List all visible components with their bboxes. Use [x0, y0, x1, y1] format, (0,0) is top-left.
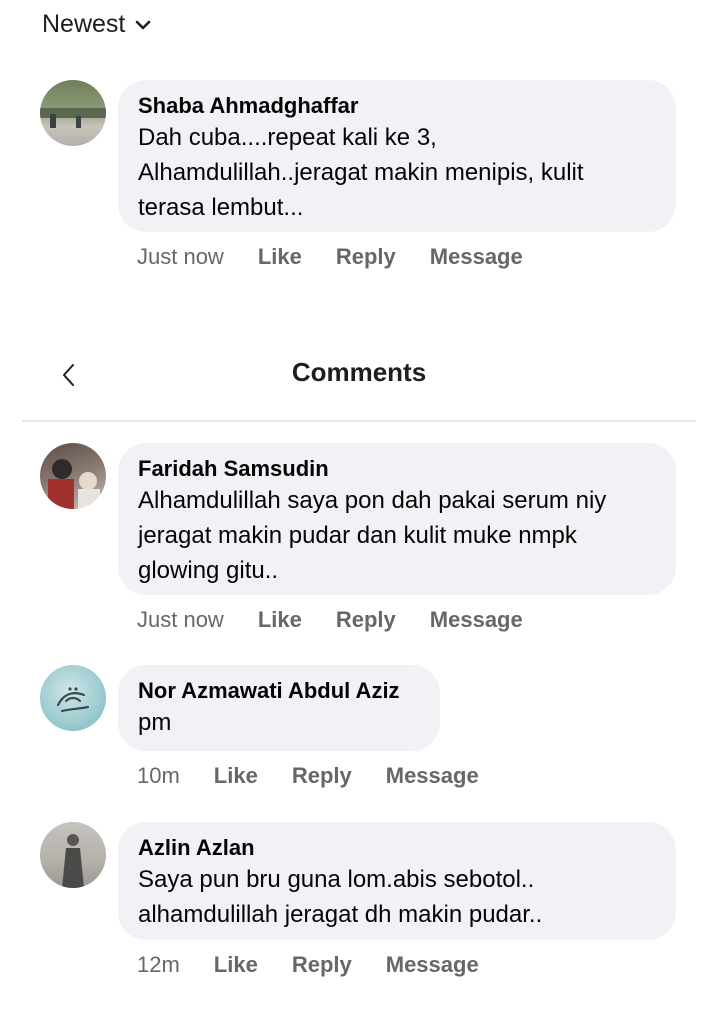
reply-button[interactable]: Reply: [336, 607, 396, 633]
chevron-down-icon: [136, 20, 151, 29]
comment-time[interactable]: Just now: [137, 607, 224, 633]
comment-time[interactable]: 10m: [137, 763, 180, 789]
calligraphy-avatar-icon: [56, 687, 90, 713]
comment-bubble: Shaba Ahmadghaffar Dah cuba....repeat ka…: [118, 80, 676, 232]
comment-item: Nor Azmawati Abdul Aziz pm 10m Like Repl…: [40, 665, 678, 795]
comment-actions: 10m Like Reply Message: [137, 763, 479, 789]
avatar-photo: [62, 834, 84, 888]
comment-text: Alhamdulillah saya pon dah pakai serum n…: [138, 487, 607, 584]
like-button[interactable]: Like: [258, 244, 302, 270]
avatar[interactable]: [40, 443, 106, 509]
avatar[interactable]: [40, 80, 106, 146]
comment-text: Saya pun bru guna lom.abis sebotol.. alh…: [138, 866, 543, 928]
message-button[interactable]: Message: [430, 607, 523, 633]
comment-item: Faridah Samsudin Alhamdulillah saya pon …: [40, 443, 678, 643]
comment-text: pm: [138, 709, 172, 736]
like-button[interactable]: Like: [214, 952, 258, 978]
comment-actions: Just now Like Reply Message: [137, 244, 523, 270]
comment-author[interactable]: Faridah Samsudin: [138, 455, 656, 483]
comment-time[interactable]: Just now: [137, 244, 224, 270]
reply-button[interactable]: Reply: [292, 952, 352, 978]
avatar[interactable]: [40, 822, 106, 888]
comment-text: Dah cuba....repeat kali ke 3, Alhamdulil…: [138, 124, 584, 221]
avatar[interactable]: [40, 665, 106, 731]
like-button[interactable]: Like: [214, 763, 258, 789]
message-button[interactable]: Message: [386, 952, 479, 978]
sort-dropdown[interactable]: Newest: [42, 10, 151, 39]
comment-author[interactable]: Nor Azmawati Abdul Aziz: [138, 677, 420, 705]
comments-header: Comments: [22, 340, 696, 422]
like-button[interactable]: Like: [258, 607, 302, 633]
message-button[interactable]: Message: [430, 244, 523, 270]
page-title: Comments: [291, 357, 427, 387]
comment-author[interactable]: Azlin Azlan: [138, 834, 656, 862]
comment-bubble: Faridah Samsudin Alhamdulillah saya pon …: [118, 443, 676, 595]
comment-item: Shaba Ahmadghaffar Dah cuba....repeat ka…: [40, 80, 678, 280]
message-button[interactable]: Message: [386, 763, 479, 789]
avatar-photo: [40, 108, 106, 128]
reply-button[interactable]: Reply: [336, 244, 396, 270]
sort-label: Newest: [42, 10, 126, 38]
avatar-photo: [48, 459, 100, 509]
reply-button[interactable]: Reply: [292, 763, 352, 789]
comment-time[interactable]: 12m: [137, 952, 180, 978]
comment-author[interactable]: Shaba Ahmadghaffar: [138, 92, 656, 120]
comment-item: Azlin Azlan Saya pun bru guna lom.abis s…: [40, 822, 678, 992]
comment-actions: Just now Like Reply Message: [137, 607, 523, 633]
comment-actions: 12m Like Reply Message: [137, 952, 479, 978]
comment-bubble: Nor Azmawati Abdul Aziz pm: [118, 665, 440, 751]
comment-bubble: Azlin Azlan Saya pun bru guna lom.abis s…: [118, 822, 676, 940]
